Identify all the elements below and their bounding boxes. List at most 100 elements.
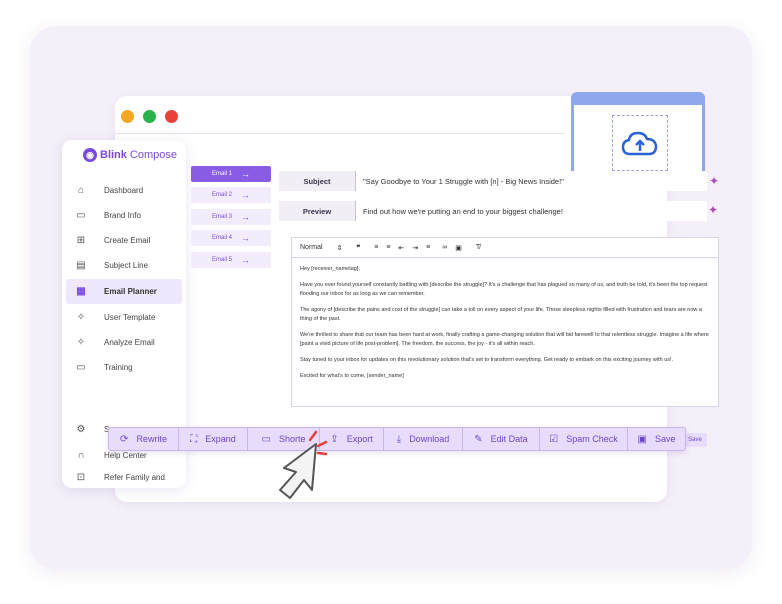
document-icon: ▤ — [76, 260, 86, 271]
upload-window-bar — [574, 95, 702, 105]
spam-check-label: Spam Check — [566, 434, 618, 444]
save-button[interactable]: ▣ Save — [628, 428, 685, 450]
sidebar-item-label: Brand Info — [104, 211, 141, 220]
gift-icon: ⊡ — [76, 471, 86, 483]
email-tab-label: Email 5 — [211, 257, 232, 263]
sidebar-item-label: Dashboard — [104, 186, 144, 195]
spam-check-button[interactable]: ☑ Spam Check — [540, 428, 628, 450]
email-tab-label: Email 4 — [211, 235, 232, 241]
email-tab-label: Email 1 — [211, 171, 232, 177]
sidebar-item-refer[interactable]: ⊡ Refer Family and — [66, 468, 182, 486]
preview-label: Preview — [279, 201, 356, 221]
format-select[interactable]: Normal — [300, 244, 323, 251]
sidebar-item-label: Subject Line — [104, 261, 149, 270]
logo-icon: ◉ — [83, 148, 97, 162]
sidebar-item-user-template[interactable]: ✧ User Template — [66, 305, 182, 330]
email-tab-label: Email 2 — [211, 192, 232, 198]
close-dot[interactable] — [165, 110, 178, 123]
editor-paragraph: Stay tuned to your inbox for updates on … — [300, 357, 674, 363]
quote-icon[interactable]: ❞ — [356, 244, 360, 252]
maximize-dot[interactable] — [143, 110, 156, 123]
message-icon: ▭ — [76, 362, 86, 373]
expand-icon: ⛶ — [190, 433, 198, 445]
brand-name-rest: Compose — [129, 149, 177, 161]
sidebar-item-email-planner[interactable]: ▦ Email Planner — [66, 279, 182, 304]
cloud-upload-icon — [621, 131, 658, 156]
editor-paragraph: Excited for what's to come, [sender_name… — [300, 373, 404, 379]
ordered-list-icon[interactable]: ≡ — [374, 244, 378, 251]
format-select-arrow-icon[interactable]: ⇕ — [337, 244, 343, 252]
mouse-cursor-icon — [279, 430, 328, 499]
edit-data-button[interactable]: ✎ Edit Data — [463, 428, 540, 450]
editor-paragraph: Hey [receiver_nametag], — [300, 266, 360, 272]
edit-data-label: Edit Data — [490, 434, 528, 444]
arrow-right-icon: → — [241, 169, 250, 179]
sidebar-item-label: Help Center — [104, 451, 147, 460]
email-tab-1[interactable]: Email 1 → — [191, 166, 271, 182]
sidebar-item-label: Email Planner — [104, 287, 157, 296]
editor-toolbar: Normal ⇕ ❞ ≡ ≡ ⇤ ⇥ ≡ ∞ ▣ T̸ — [292, 238, 718, 258]
subject-label: Subject — [279, 171, 356, 191]
editor-body[interactable]: Hey [receiver_nametag], Have you ever fo… — [292, 258, 718, 395]
home-icon: ⌂ — [77, 185, 85, 196]
sidebar-item-create-email[interactable]: ⊞ Create Email — [66, 228, 182, 253]
email-tab-2[interactable]: Email 2 → — [191, 187, 271, 203]
outdent-icon[interactable]: ⇤ — [398, 244, 404, 252]
email-tab-4[interactable]: Email 4 → — [191, 230, 271, 246]
document-plus-icon: ⊞ — [76, 235, 86, 246]
expand-button[interactable]: ⛶ Expand — [179, 428, 248, 450]
download-icon: ⤓ — [396, 433, 402, 445]
sidebar-item-label: Create Email — [104, 236, 151, 245]
sidebar-item-dashboard[interactable]: ⌂ Dashboard — [66, 178, 182, 203]
download-button[interactable]: ⤓ Download — [384, 428, 463, 450]
link-icon[interactable]: ∞ — [442, 244, 447, 251]
editor-paragraph: Have you ever found yourself constantly … — [300, 282, 708, 297]
arrow-right-icon: → — [241, 190, 250, 200]
email-tab-5[interactable]: Email 5 → — [191, 252, 271, 268]
upload-dropzone[interactable] — [612, 115, 668, 171]
subject-field[interactable]: "Say Goodbye to Your 1 Struggle with [n]… — [357, 171, 707, 191]
spam-check-icon: ☑ — [549, 433, 559, 445]
indent-icon[interactable]: ⇥ — [412, 244, 418, 252]
sidebar-item-label: Refer Family and — [104, 472, 165, 482]
email-tab-3[interactable]: Email 3 → — [191, 209, 271, 225]
save-mini-button[interactable]: Save — [683, 433, 707, 447]
sidebar-item-analyze-email[interactable]: ✧ Analyze Email — [66, 330, 182, 355]
expand-label: Expand — [205, 434, 236, 444]
preview-field[interactable]: Find out how we're putting an end to you… — [357, 201, 707, 221]
save-icon: ▣ — [637, 433, 647, 445]
headset-icon: ∩ — [77, 450, 85, 461]
email-editor[interactable]: Normal ⇕ ❞ ≡ ≡ ⇤ ⇥ ≡ ∞ ▣ T̸ Hey [receive… — [291, 237, 719, 407]
window-titlebar — [115, 96, 565, 134]
sidebar-item-label: User Template — [104, 313, 156, 322]
sparkle-icon[interactable]: ✦ — [709, 174, 719, 188]
sidebar-item-training[interactable]: ▭ Training — [66, 355, 182, 380]
gear-icon: ⚙ — [76, 424, 86, 435]
download-label: Download — [409, 434, 450, 444]
brand-logo[interactable]: ◉ Blink Compose — [83, 148, 177, 162]
refresh-icon: ⟳ — [120, 433, 129, 445]
sidebar-item-label: Training — [104, 363, 133, 372]
chat-icon: ▭ — [76, 210, 86, 221]
rewrite-button[interactable]: ⟳ Rewrite — [109, 428, 179, 450]
brand-name-bold: Blink — [100, 149, 127, 161]
sparkle-icon[interactable]: ✦ — [708, 203, 718, 217]
minimize-dot[interactable] — [121, 110, 134, 123]
arrow-right-icon: → — [241, 255, 250, 265]
arrow-right-icon: → — [241, 212, 250, 222]
editor-paragraph: We're thrilled to share that our team ha… — [300, 332, 709, 347]
arrow-right-icon: → — [241, 233, 250, 243]
email-tab-label: Email 3 — [211, 214, 232, 220]
edit-icon: ✎ — [474, 433, 483, 445]
image-icon[interactable]: ▣ — [455, 244, 462, 252]
sidebar-item-brand-info[interactable]: ▭ Brand Info — [66, 203, 182, 228]
sidebar-item-label: Analyze Email — [104, 338, 155, 347]
sparkle-icon: ✧ — [76, 337, 86, 348]
clear-format-icon[interactable]: T̸ — [476, 244, 480, 251]
align-icon[interactable]: ≡ — [426, 244, 430, 251]
sidebar-item-subject-line[interactable]: ▤ Subject Line — [66, 253, 182, 278]
bullet-list-icon[interactable]: ≡ — [386, 244, 390, 251]
save-label: Save — [654, 434, 676, 444]
editor-paragraph: The agony of [describe the pains and cos… — [300, 307, 702, 322]
action-toolbar: ⟳ Rewrite ⛶ Expand ▭ Shorte ⇪ Export ⤓ Downlo… — [108, 427, 686, 451]
